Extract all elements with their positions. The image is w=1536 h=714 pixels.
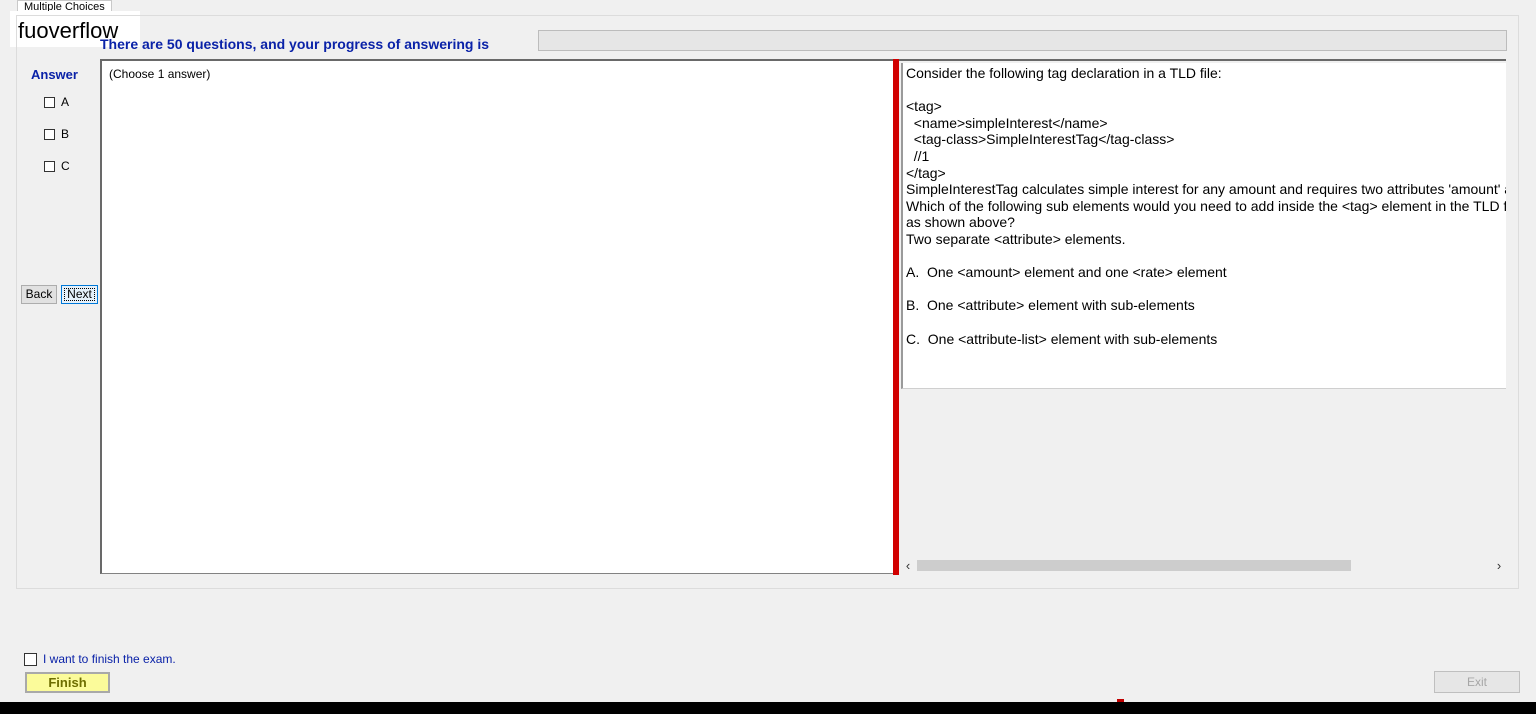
scrollbar-thumb[interactable] (917, 560, 1351, 571)
back-button[interactable]: Back (21, 285, 57, 304)
choose-instruction: (Choose 1 answer) (109, 67, 211, 81)
next-button[interactable]: Next (61, 285, 98, 304)
answer-option-c[interactable]: C (44, 159, 70, 173)
finish-exam-checkbox[interactable] (24, 652, 37, 666)
question-line (906, 314, 1506, 331)
checkbox-a[interactable] (44, 96, 55, 108)
bottom-marker (1117, 699, 1124, 702)
question-line (906, 82, 1506, 99)
horizontal-scrollbar[interactable]: ‹ › (901, 557, 1506, 574)
question-line (906, 281, 1506, 298)
bottom-bar (0, 702, 1536, 714)
question-text-area[interactable]: Consider the following tag declaration i… (901, 63, 1506, 389)
exit-button[interactable]: Exit (1434, 671, 1520, 693)
question-line: Which of the following sub elements woul… (906, 197, 1506, 214)
question-line (906, 248, 1506, 265)
question-line: <tag-class>SimpleInterestTag</tag-class> (906, 131, 1175, 148)
question-line: <tag> (906, 98, 942, 115)
answer-option-a[interactable]: A (44, 95, 69, 109)
question-line: Two separate <attribute> elements. (906, 230, 1126, 247)
answer-heading: Answer (31, 67, 78, 82)
checkbox-c[interactable] (44, 160, 55, 172)
question-text: Consider the following tag declaration i… (906, 65, 1506, 347)
question-panel: Consider the following tag declaration i… (899, 59, 1506, 575)
question-line: //1 (906, 147, 930, 164)
question-line: as shown above? (906, 214, 1015, 231)
progress-bar (538, 30, 1507, 51)
option-label-c: C (61, 159, 70, 173)
progress-label: There are 50 questions, and your progres… (100, 36, 489, 52)
question-line: Consider the following tag declaration i… (906, 65, 1222, 81)
checkbox-b[interactable] (44, 128, 55, 140)
question-line: <name>simpleInterest</name> (906, 114, 1108, 131)
scroll-left-icon[interactable]: ‹ (901, 557, 915, 574)
option-label-a: A (61, 95, 70, 109)
question-line: C. One <attribute-list> element with sub… (906, 330, 1218, 347)
finish-exam-check[interactable]: I want to finish the exam. (24, 652, 176, 666)
finish-exam-label: I want to finish the exam. (43, 652, 176, 666)
answer-option-b[interactable]: B (44, 127, 69, 141)
question-line: </tag> (906, 164, 946, 181)
scroll-right-icon[interactable]: › (1492, 557, 1506, 574)
question-line: A. One <amount> element and one <rate> e… (906, 264, 1227, 281)
question-line: SimpleInterestTag calculates simple inte… (906, 181, 1506, 198)
answer-area[interactable]: (Choose 1 answer) (100, 59, 894, 574)
finish-button[interactable]: Finish (25, 672, 110, 693)
question-line: B. One <attribute> element with sub-elem… (906, 297, 1195, 314)
option-label-b: B (61, 127, 70, 141)
